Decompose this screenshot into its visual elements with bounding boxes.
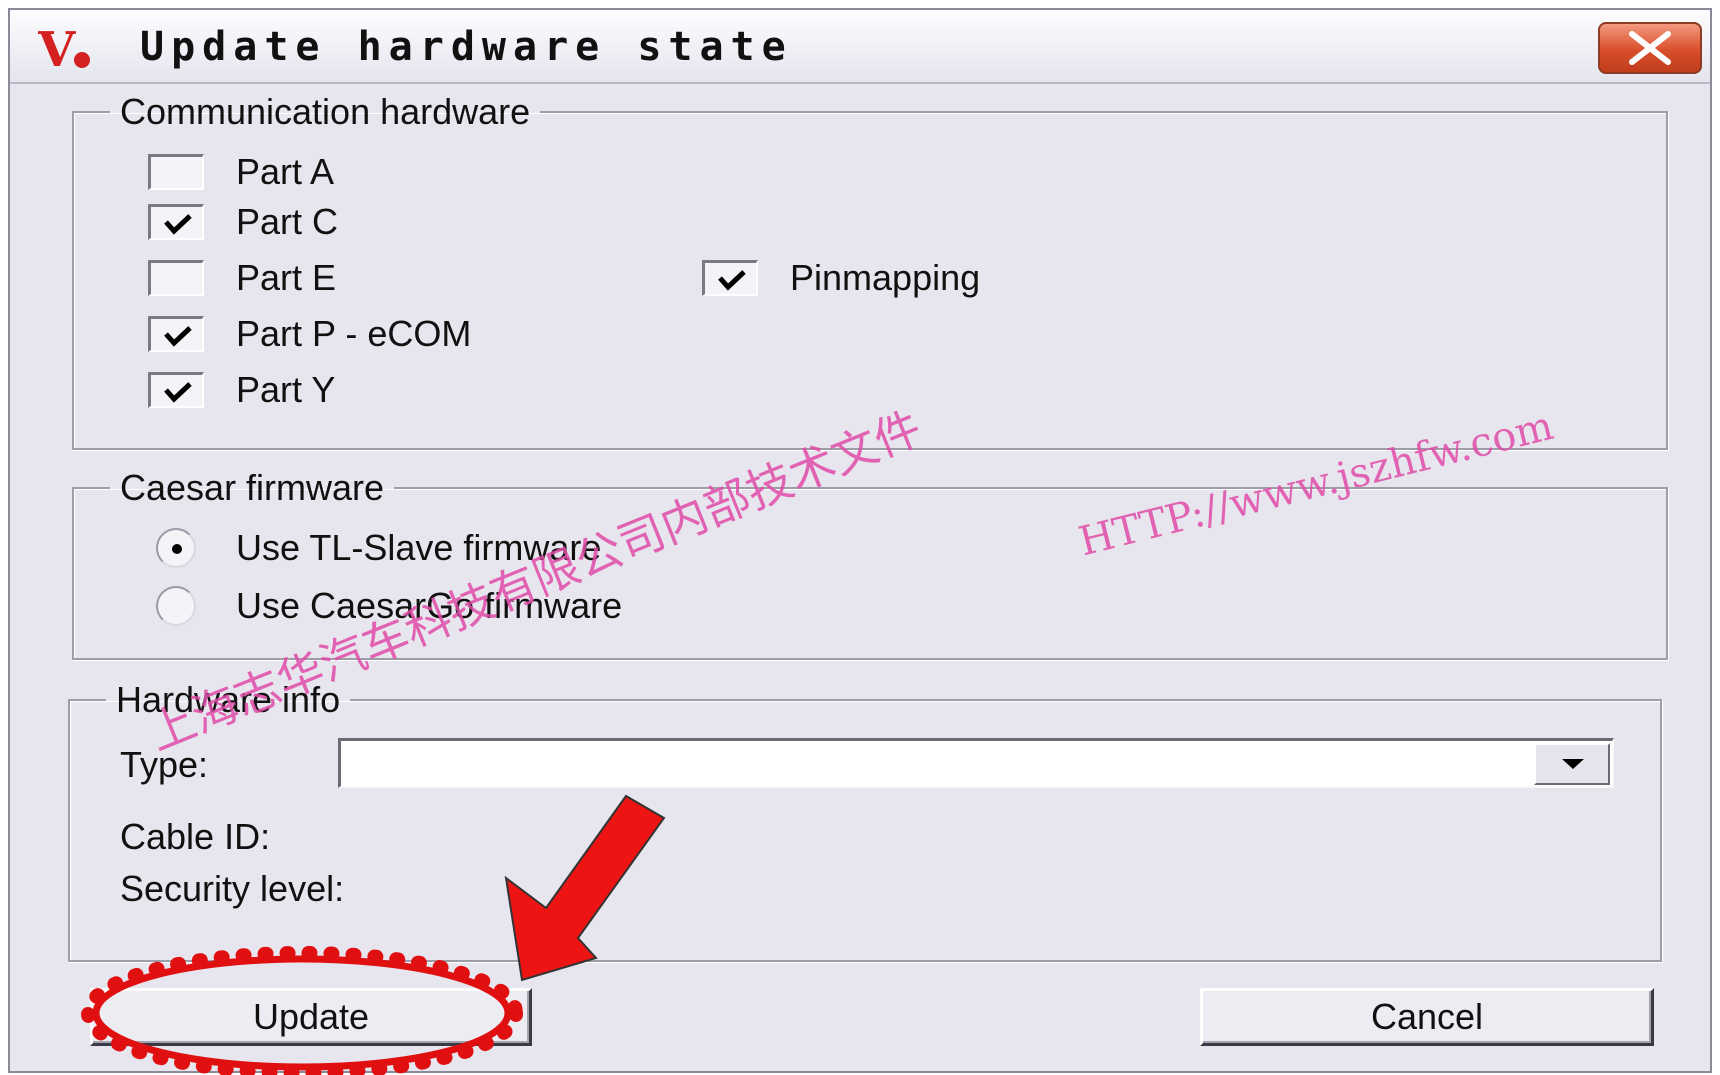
- radio-tl-slave[interactable]: Use TL-Slave firmware: [156, 526, 601, 570]
- dialog-title: Update hardware state: [140, 24, 793, 70]
- checkbox-label: Part A: [236, 151, 335, 192]
- app-logo-icon: V: [38, 24, 90, 72]
- radio-dot: [172, 544, 182, 554]
- checkbox-box[interactable]: [148, 204, 204, 240]
- checkbox-label: Part P - eCOM: [236, 313, 472, 354]
- radio-button[interactable]: [156, 528, 196, 568]
- hardware-info-group: Hardware info: [68, 680, 1662, 962]
- checkmark-icon: [718, 270, 746, 291]
- dropdown-button[interactable]: [1534, 743, 1610, 785]
- checkmark-icon: [164, 214, 192, 235]
- security-level-label: Security level:: [120, 868, 345, 909]
- svg-text:V: V: [38, 24, 76, 72]
- close-icon: [1629, 31, 1671, 65]
- hardware-info-label: Hardware info: [116, 679, 341, 720]
- checkbox-label: Part E: [236, 257, 337, 298]
- checkbox-label: Pinmapping: [790, 257, 981, 298]
- checkbox-part-c[interactable]: Part C: [148, 200, 338, 244]
- checkbox-box[interactable]: [148, 154, 204, 190]
- radio-label: Use CaesarGo firmware: [236, 585, 623, 626]
- radio-button[interactable]: [156, 586, 196, 626]
- checkbox-box[interactable]: [148, 316, 204, 352]
- caesar-firmware-label: Caesar firmware: [120, 467, 385, 508]
- checkbox-part-y[interactable]: Part Y: [148, 368, 335, 412]
- checkmark-icon: [164, 326, 192, 347]
- checkbox-box[interactable]: [148, 260, 204, 296]
- cancel-button[interactable]: Cancel: [1200, 988, 1654, 1046]
- update-button[interactable]: Update: [90, 988, 532, 1046]
- title-bar[interactable]: V Update hardware state: [10, 10, 1710, 84]
- checkbox-box[interactable]: [702, 260, 758, 296]
- radio-caesargo[interactable]: Use CaesarGo firmware: [156, 584, 622, 628]
- cable-id-label: Cable ID:: [120, 816, 271, 857]
- checkbox-label: Part Y: [236, 369, 336, 410]
- checkbox-label: Part C: [236, 201, 339, 242]
- chevron-down-icon: [1562, 759, 1584, 769]
- checkbox-part-a[interactable]: Part A: [148, 150, 334, 194]
- type-combobox[interactable]: [338, 738, 1614, 788]
- checkbox-box[interactable]: [148, 372, 204, 408]
- checkbox-part-p-ecom[interactable]: Part P - eCOM: [148, 312, 471, 356]
- close-button[interactable]: [1598, 22, 1702, 74]
- radio-label: Use TL-Slave firmware: [236, 527, 602, 568]
- type-label: Type:: [120, 744, 209, 785]
- checkbox-pinmapping[interactable]: Pinmapping: [702, 256, 980, 300]
- communication-hardware-label: Communication hardware: [120, 91, 531, 132]
- checkmark-icon: [164, 382, 192, 403]
- checkbox-part-e[interactable]: Part E: [148, 256, 336, 300]
